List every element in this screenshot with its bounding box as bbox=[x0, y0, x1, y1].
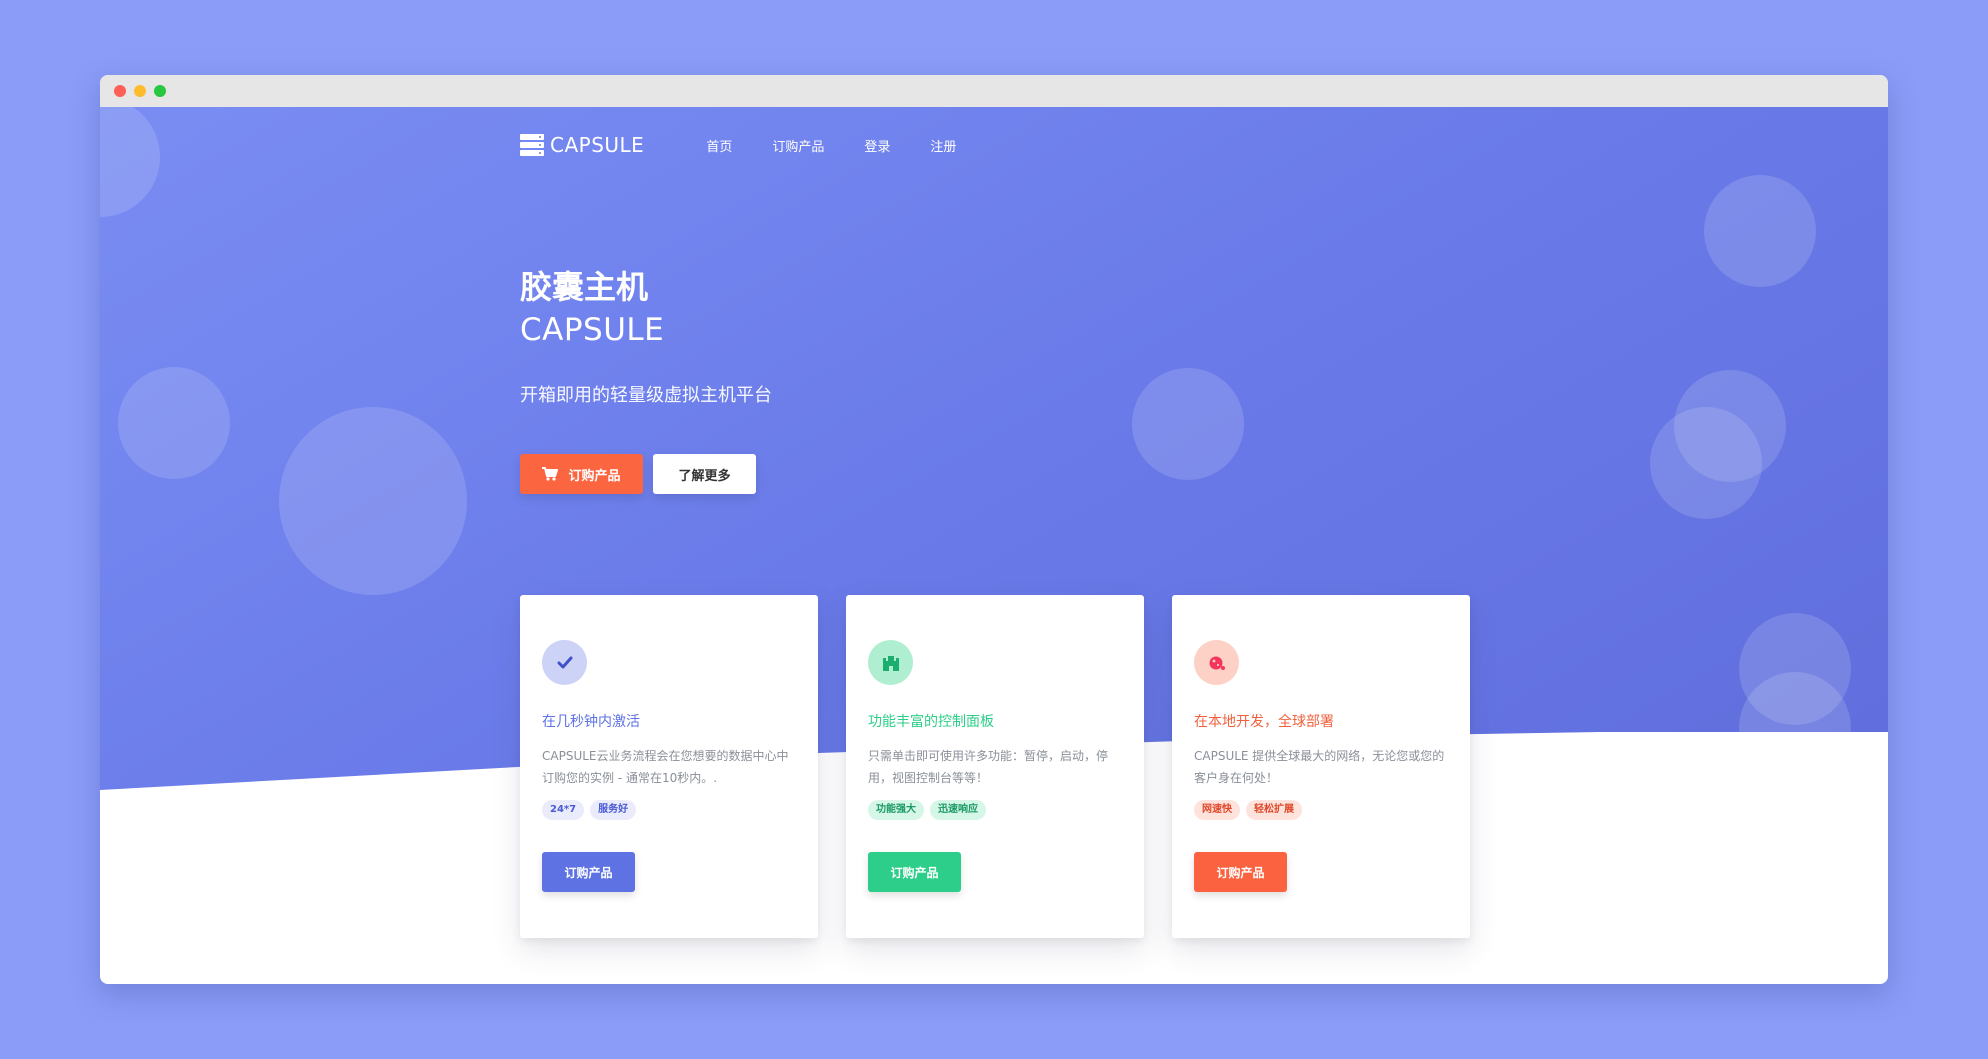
close-window-dot[interactable] bbox=[114, 85, 126, 97]
maximize-window-dot[interactable] bbox=[154, 85, 166, 97]
feature-card-control-panel: 功能丰富的控制面板 只需单击即可使用许多功能：暂停，启动，停用，视图控制台等等！… bbox=[846, 595, 1144, 938]
minimize-window-dot[interactable] bbox=[134, 85, 146, 97]
hero-subtitle: CAPSULE bbox=[520, 312, 665, 348]
castle-icon bbox=[868, 640, 913, 685]
tag-badge: 24*7 bbox=[542, 800, 585, 820]
feature-card-global-deploy: 在本地开发，全球部署 CAPSULE 提供全球最大的网络，无论您或您的客户身在何… bbox=[1172, 595, 1470, 938]
card-tags: 网速快 轻松扩展 bbox=[1194, 800, 1308, 820]
tag-badge: 轻松扩展 bbox=[1246, 800, 1302, 820]
window-titlebar bbox=[100, 75, 1888, 107]
card-order-button[interactable]: 订购产品 bbox=[868, 852, 961, 892]
order-product-button-label: 订购产品 bbox=[568, 467, 621, 483]
card-title: 在几秒钟内激活 bbox=[542, 714, 640, 730]
brand-logo[interactable]: CAPSULE bbox=[520, 133, 644, 157]
brand-name: CAPSULE bbox=[550, 133, 645, 157]
hero-description: 开箱即用的轻量级虚拟主机平台 bbox=[520, 385, 772, 406]
feature-card-activate: 在几秒钟内激活 CAPSULE云业务流程会在您想要的数据中心中订购您的实例 - … bbox=[520, 595, 818, 938]
tag-badge: 服务好 bbox=[590, 800, 637, 820]
cart-icon bbox=[542, 467, 559, 481]
server-icon bbox=[520, 134, 544, 156]
tag-badge: 功能强大 bbox=[868, 800, 924, 820]
card-description: CAPSULE 提供全球最大的网络，无论您或您的客户身在何处！ bbox=[1194, 749, 1445, 785]
card-order-button[interactable]: 订购产品 bbox=[1194, 852, 1287, 892]
card-order-button[interactable]: 订购产品 bbox=[542, 852, 635, 892]
card-tags: 功能强大 迅速响应 bbox=[868, 800, 992, 820]
planet-icon bbox=[1194, 640, 1239, 685]
card-title: 在本地开发，全球部署 bbox=[1194, 714, 1334, 730]
nav-link-login[interactable]: 登录 bbox=[864, 136, 890, 155]
card-description: CAPSULE云业务流程会在您想要的数据中心中订购您的实例 - 通常在10秒内。… bbox=[542, 749, 789, 785]
nav-link-register[interactable]: 注册 bbox=[930, 136, 956, 155]
card-description: 只需单击即可使用许多功能：暂停，启动，停用，视图控制台等等！ bbox=[868, 749, 1109, 785]
order-product-button[interactable]: 订购产品 bbox=[520, 454, 643, 494]
tag-badge: 迅速响应 bbox=[930, 800, 986, 820]
top-navigation: CAPSULE 首页 订购产品 登录 注册 bbox=[520, 130, 996, 160]
card-tags: 24*7 服务好 bbox=[542, 800, 642, 820]
card-title: 功能丰富的控制面板 bbox=[868, 714, 994, 730]
hero-section: CAPSULE 首页 订购产品 登录 注册 胶囊主机 CAPSULE 开箱即用的… bbox=[100, 107, 1888, 984]
check-icon bbox=[542, 640, 587, 685]
nav-link-home[interactable]: 首页 bbox=[706, 136, 732, 155]
learn-more-button[interactable]: 了解更多 bbox=[653, 454, 756, 494]
nav-link-order[interactable]: 订购产品 bbox=[772, 136, 824, 155]
browser-window: CAPSULE 首页 订购产品 登录 注册 胶囊主机 CAPSULE 开箱即用的… bbox=[100, 75, 1888, 984]
hero-title: 胶囊主机 bbox=[520, 268, 649, 306]
nav-menu: 首页 订购产品 登录 注册 bbox=[706, 136, 996, 155]
tag-badge: 网速快 bbox=[1194, 800, 1240, 820]
